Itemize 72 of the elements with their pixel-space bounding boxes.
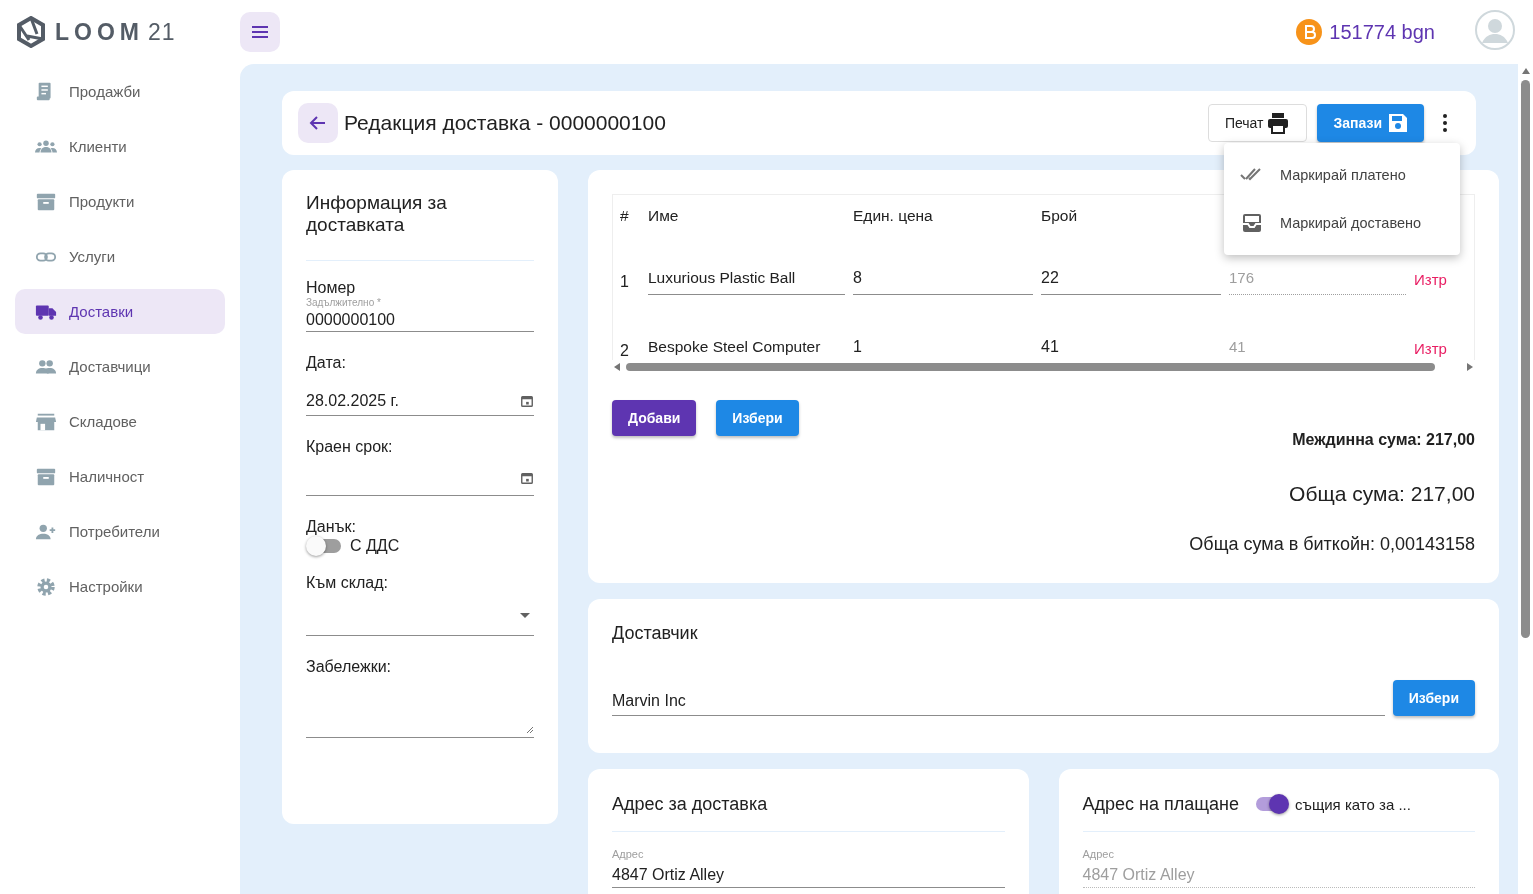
field-label: Адрес: [612, 848, 645, 860]
vat-toggle[interactable]: [306, 536, 342, 556]
sidebar-item[interactable]: Продукти: [15, 179, 225, 224]
choose-button[interactable]: Избери: [716, 400, 799, 436]
total-field: 176: [1229, 261, 1406, 295]
inbox-icon: [1240, 211, 1264, 235]
menu-item[interactable]: Маркирай доставено: [1224, 199, 1460, 247]
sidebar-item[interactable]: Настройки: [15, 564, 225, 609]
scroll-left-icon: [614, 363, 620, 371]
subtotal-text: Междинна сума: 217,00: [1291, 431, 1475, 449]
printer-icon: [1266, 111, 1291, 135]
save-button[interactable]: Запази: [1317, 104, 1424, 142]
sidebar-item[interactable]: Потребители: [15, 509, 225, 554]
logo-number: 21: [148, 18, 176, 46]
scroll-up-icon: [1521, 68, 1530, 74]
logo-text: LOOM: [55, 18, 144, 46]
add-button[interactable]: Добави: [612, 400, 697, 436]
card-title: Адрес на плащане: [1082, 793, 1239, 815]
date-field[interactable]: 28.02.2025 г.: [306, 386, 534, 416]
number-field[interactable]: 0000000100: [306, 308, 534, 332]
name-field[interactable]: Luxurious Plastic Ball: [648, 261, 845, 295]
dropdown-caret-icon: [520, 613, 530, 618]
resize-handle-icon: [526, 726, 534, 734]
price-field[interactable]: 8: [853, 261, 1033, 295]
page-title: Редакция доставка - 0000000100: [344, 111, 667, 135]
column-header: Брой: [1041, 207, 1079, 225]
sidebar-item[interactable]: Клиенти: [15, 124, 225, 169]
address-field[interactable]: 4847 Ortiz Alley: [612, 862, 1005, 888]
field-label: Забележки:: [306, 658, 393, 676]
total-text: Обща сума: 217,00: [1288, 482, 1475, 506]
balance-amount: 151774 bgn: [1329, 20, 1435, 44]
choose-button[interactable]: Избери: [1392, 680, 1475, 716]
scroll-right-icon: [1467, 363, 1473, 371]
toggle-label: същия като за ...: [1295, 795, 1411, 813]
print-button[interactable]: Печат: [1207, 104, 1308, 142]
column-header: Име: [648, 207, 680, 225]
horizontal-scrollbar[interactable]: [612, 360, 1475, 374]
field-label: Дата:: [306, 354, 347, 372]
field-hint: Задължително *: [306, 297, 382, 308]
sidebar-item[interactable]: Доставчици: [15, 344, 225, 389]
menu-button[interactable]: [240, 12, 280, 52]
field-label: Адрес: [1082, 848, 1115, 860]
sidebar-item[interactable]: Наличност: [15, 454, 225, 499]
toggle-label: С ДДС: [350, 537, 400, 555]
calendar-icon: [520, 470, 534, 485]
gear-icon: [35, 575, 57, 598]
field-label: Краен срок:: [306, 438, 394, 456]
coin-icon: [1296, 19, 1323, 45]
row-number: 1: [620, 273, 630, 292]
calendar-icon: [520, 393, 534, 408]
sidebar-item[interactable]: Доставки: [15, 289, 225, 334]
sidebar-item[interactable]: Услуги: [15, 234, 225, 279]
column-header: #: [620, 207, 630, 225]
sidebar-item[interactable]: Продажби: [15, 69, 225, 114]
card-title: Адрес за доставка: [612, 793, 768, 815]
row-number: 2: [620, 342, 630, 360]
bitcoin-total-text: Обща сума в биткойн: 0,00143158: [1188, 534, 1475, 555]
quantity-field[interactable]: 22: [1041, 261, 1221, 295]
supplier-field[interactable]: Marvin Inc: [612, 686, 1385, 716]
card-title: Информация за доставката: [306, 192, 534, 261]
delete-link[interactable]: Изтр: [1414, 263, 1474, 295]
field-label: Към склад:: [306, 574, 389, 592]
menu-item[interactable]: Маркирай платено: [1224, 151, 1460, 199]
column-header: Един. цена: [853, 207, 934, 225]
back-button[interactable]: [298, 103, 338, 143]
delete-link[interactable]: Изтр: [1414, 332, 1474, 360]
field-label: Данък:: [306, 518, 357, 536]
sidebar-item[interactable]: Складове: [15, 399, 225, 444]
more-options-icon[interactable]: [1442, 113, 1448, 133]
field-label: Номер: [306, 279, 357, 297]
card-title: Доставчик: [612, 623, 699, 644]
logo-icon: [15, 16, 47, 48]
